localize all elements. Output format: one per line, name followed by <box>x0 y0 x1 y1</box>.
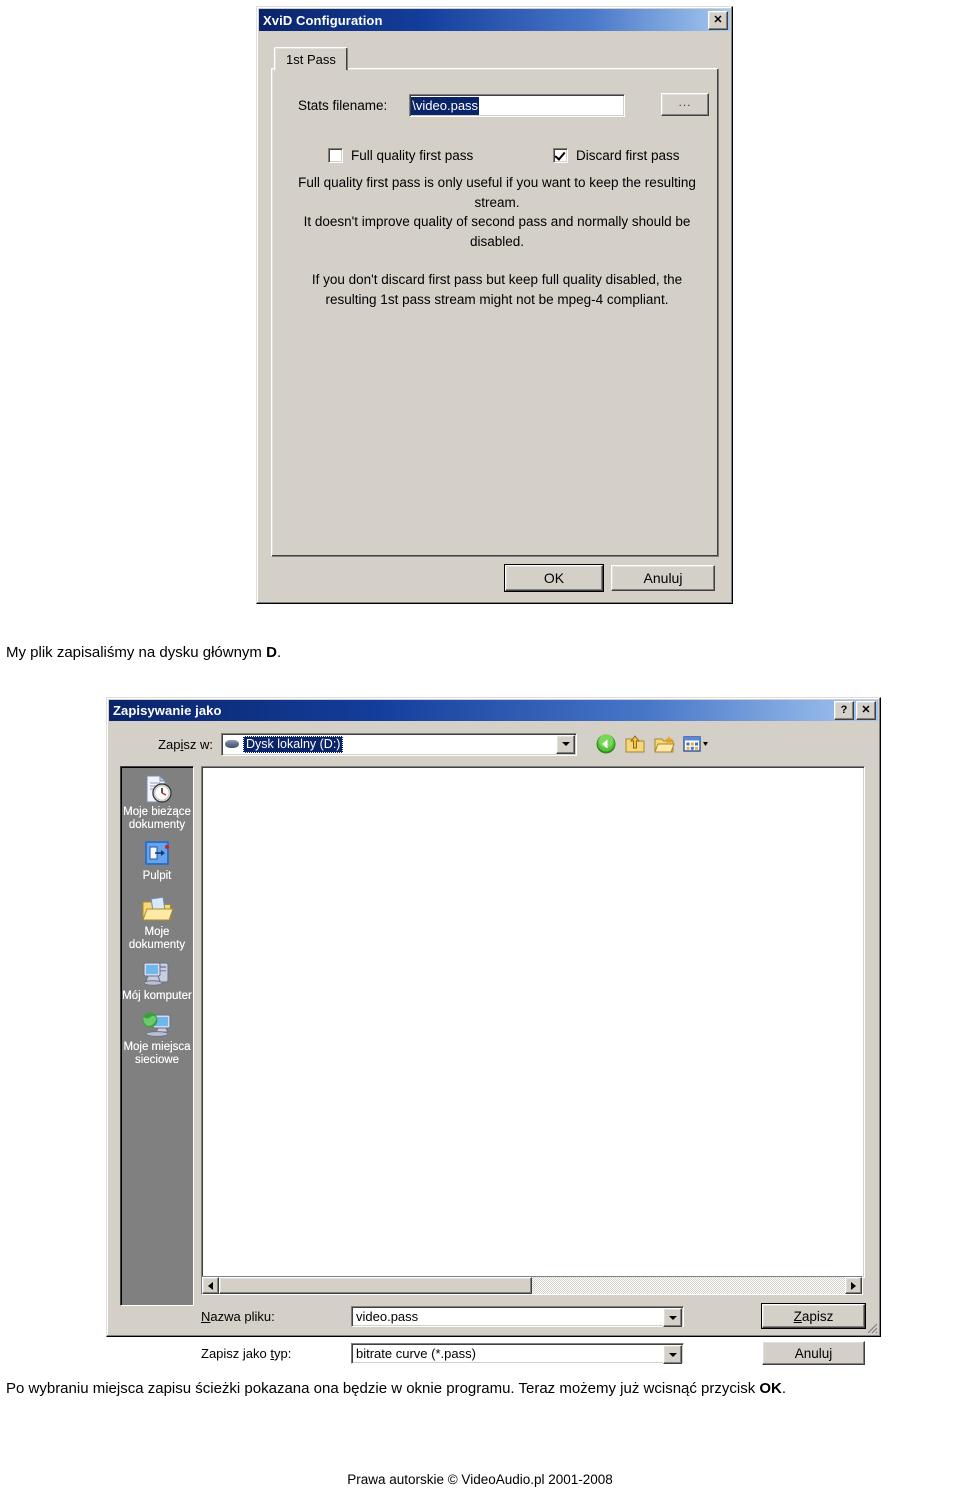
scrollbar-track[interactable] <box>219 1277 845 1294</box>
file-type-label: Zapisz jako typ: <box>201 1346 351 1361</box>
help-paragraph-2: It doesn't improve quality of second pas… <box>303 214 691 249</box>
recent-documents-icon <box>140 773 174 805</box>
save-as-window: Zapisywanie jako ? ✕ Zapisz w: Dysk loka… <box>106 697 881 1365</box>
close-icon[interactable]: ✕ <box>856 701 876 720</box>
look-in-label-post: sz w: <box>183 736 213 752</box>
help-paragraph-1: Full quality first pass is only useful i… <box>298 175 696 210</box>
place-network-places[interactable]: Moje miejsca sieciowe <box>121 1008 193 1067</box>
copyright-footer: Prawa autorskie © VideoAudio.pl 2001-200… <box>347 1472 613 1487</box>
chevron-down-icon[interactable] <box>663 1308 682 1327</box>
look-in-combobox[interactable]: Dysk lokalny (D:) <box>221 732 577 756</box>
place-my-documents[interactable]: Moje dokumenty <box>121 893 193 952</box>
tab-panel-1st-pass: Stats filename: \video.pass ... Full qua… <box>271 68 719 557</box>
hard-drive-icon <box>224 737 240 751</box>
discard-first-pass-row[interactable]: Discard first pass <box>553 148 680 163</box>
paragraph-1-text-before: My plik zapisaliśmy na dysku głównym <box>6 644 267 661</box>
place-my-computer-label: Mój komputer <box>122 990 192 1002</box>
place-recent-documents[interactable]: Moje bieżące dokumenty <box>121 773 193 832</box>
file-type-row: Zapisz jako typ: bitrate curve (*.pass) <box>201 1343 684 1364</box>
views-icon[interactable] <box>682 733 712 755</box>
my-documents-icon <box>140 893 174 925</box>
stats-filename-label: Stats filename: <box>298 98 388 113</box>
file-name-label: Nazwa pliku: <box>201 1309 351 1324</box>
help-icon[interactable]: ? <box>834 701 854 720</box>
save-button-label-post: apisz <box>801 1308 834 1324</box>
file-type-value: bitrate curve (*.pass) <box>356 1346 476 1361</box>
xvid-configuration-window: XviD Configuration ✕ 1st Pass Stats file… <box>256 6 733 604</box>
network-places-icon <box>140 1008 174 1040</box>
place-desktop-label: Pulpit <box>142 870 172 882</box>
scrollbar-thumb[interactable] <box>219 1277 532 1294</box>
look-in-row: Zapisz w: Dysk lokalny (D:) <box>111 731 871 757</box>
chevron-down-icon[interactable] <box>556 734 575 754</box>
discard-first-pass-label: Discard first pass <box>576 148 680 163</box>
place-my-documents-label: Moje dokumenty <box>128 926 186 951</box>
discard-first-pass-checkbox[interactable] <box>553 148 568 163</box>
file-name-label-post: azwa pliku: <box>210 1309 275 1324</box>
full-quality-first-pass-checkbox[interactable] <box>328 148 343 163</box>
close-icon[interactable]: ✕ <box>708 10 728 30</box>
save-button-accesskey: Z <box>793 1308 802 1324</box>
up-one-level-icon[interactable] <box>624 733 646 755</box>
paragraph-2-bold: OK <box>759 1380 782 1397</box>
tab-1st-pass-label: 1st Pass <box>286 51 336 67</box>
stats-filename-input[interactable]: \video.pass <box>409 94 626 117</box>
place-desktop[interactable]: Pulpit <box>121 837 193 883</box>
file-name-row: Nazwa pliku: video.pass <box>201 1306 684 1327</box>
paragraph-1-bold: D <box>266 644 277 661</box>
tab-strip: 1st Pass <box>271 47 719 71</box>
ok-button[interactable]: OK <box>504 564 604 592</box>
file-type-label-post: yp: <box>274 1346 292 1361</box>
file-name-label-accesskey: N <box>201 1309 211 1324</box>
full-quality-first-pass-row[interactable]: Full quality first pass <box>328 148 473 163</box>
horizontal-scrollbar[interactable] <box>201 1276 863 1295</box>
xvid-titlebar[interactable]: XviD Configuration ✕ <box>259 9 730 31</box>
xvid-footer: OK Anuluj <box>271 564 718 593</box>
browse-button[interactable]: ... <box>661 93 709 116</box>
look-in-label-pre: Zap <box>158 736 181 752</box>
scroll-right-icon[interactable] <box>845 1277 862 1294</box>
place-network-places-label: Moje miejsca sieciowe <box>123 1041 191 1066</box>
save-as-titlebar[interactable]: Zapisywanie jako ? ✕ <box>109 700 878 721</box>
paragraph-2-text-before: Po wybraniu miejsca zapisu ścieżki pokaz… <box>6 1380 760 1397</box>
chevron-down-icon[interactable] <box>663 1345 682 1364</box>
look-in-value: Dysk lokalny (D:) <box>243 735 344 753</box>
cancel-button[interactable]: Anuluj <box>762 1341 865 1365</box>
paragraph-below-save-dialog: Po wybraniu miejsca zapisu ścieżki pokaz… <box>6 1378 956 1400</box>
help-text-block: Full quality first pass is only useful i… <box>292 173 702 309</box>
my-computer-icon <box>140 957 174 989</box>
file-list-view[interactable] <box>201 766 865 1278</box>
tab-1st-pass[interactable]: 1st Pass <box>274 47 348 71</box>
file-name-value: video.pass <box>356 1309 419 1324</box>
paragraph-1-text-after: . <box>276 644 282 661</box>
save-as-window-title: Zapisywanie jako <box>113 703 222 718</box>
file-type-combobox[interactable]: bitrate curve (*.pass) <box>351 1343 684 1364</box>
full-quality-first-pass-label: Full quality first pass <box>351 148 474 163</box>
look-in-label: Zapisz w: <box>111 737 221 752</box>
places-bar: Moje bieżące dokumenty Pulpit Moje dokum… <box>120 766 194 1306</box>
file-type-label-pre: Zapisz jako <box>201 1346 271 1361</box>
desktop-icon <box>140 837 174 869</box>
new-folder-icon[interactable] <box>653 733 675 755</box>
save-button[interactable]: Zapisz <box>761 1303 866 1329</box>
dialog-toolbar <box>595 733 712 755</box>
help-paragraph-3: If you don't discard first pass but keep… <box>311 272 683 307</box>
cancel-button[interactable]: Anuluj <box>611 565 715 591</box>
stats-filename-value: \video.pass <box>411 96 480 115</box>
xvid-window-title: XviD Configuration <box>263 12 383 28</box>
place-recent-documents-label: Moje bieżące dokumenty <box>123 806 191 831</box>
place-my-computer[interactable]: Mój komputer <box>121 957 193 1003</box>
paragraph-above-save-dialog: My plik zapisaliśmy na dysku głównym D. <box>6 642 566 664</box>
stats-filename-row: Stats filename: \video.pass <box>298 94 698 117</box>
back-icon[interactable] <box>595 733 617 755</box>
file-name-combobox[interactable]: video.pass <box>351 1306 684 1327</box>
scroll-left-icon[interactable] <box>202 1277 219 1294</box>
xvid-tab-area: 1st Pass Stats filename: \video.pass ...… <box>271 47 719 557</box>
resize-grip-icon[interactable] <box>864 1320 878 1334</box>
paragraph-2-text-after: . <box>781 1380 787 1397</box>
